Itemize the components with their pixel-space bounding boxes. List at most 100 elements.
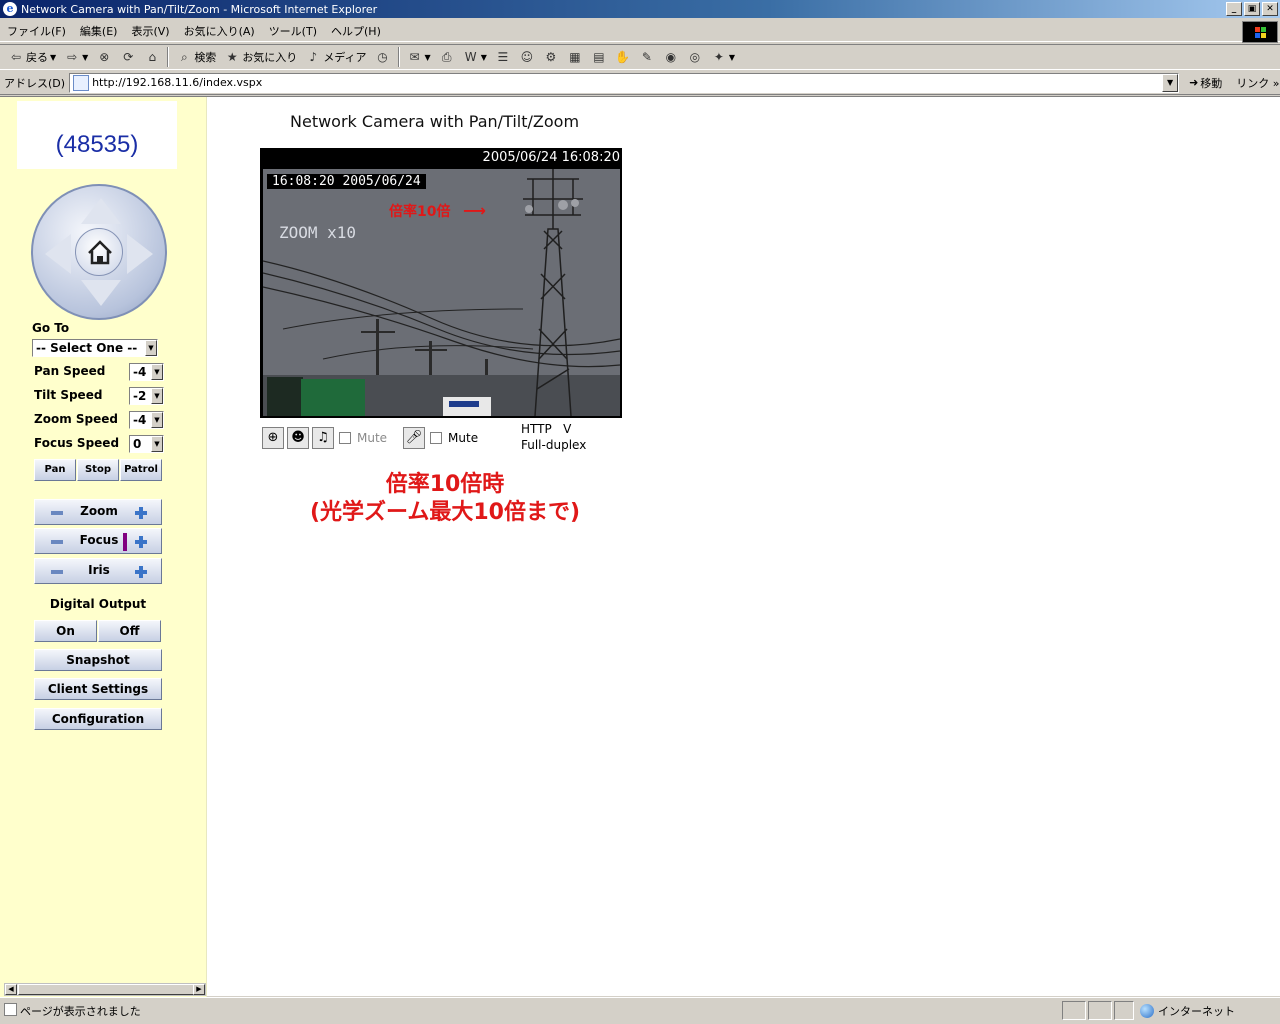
menu-tools[interactable]: ツール(T) bbox=[262, 23, 324, 39]
address-url: http://192.168.11.6/index.vspx bbox=[92, 76, 263, 89]
address-bar: アドレス(D) http://192.168.11.6/index.vspx ▼… bbox=[0, 71, 1280, 95]
forward-button[interactable]: ⇨ ▼ bbox=[60, 46, 92, 68]
microphone-icon: 🎤︎ bbox=[405, 430, 423, 445]
status-pane bbox=[1088, 1001, 1112, 1020]
go-button[interactable]: ➜ 移動 bbox=[1189, 75, 1222, 91]
extra-tool-4[interactable]: ✋ bbox=[611, 46, 635, 68]
extra-tool-3[interactable]: ▤ bbox=[587, 46, 611, 68]
pan-speed-select[interactable]: -4 ▼ bbox=[129, 363, 164, 381]
menu-help[interactable]: ヘルプ(H) bbox=[324, 23, 388, 39]
camera-video-frame[interactable]: 16:08:20 2005/06/24 ZOOM x10 倍率10倍 ⟶ bbox=[263, 169, 620, 416]
extra-tool-1[interactable]: ⚙ bbox=[539, 46, 563, 68]
menu-file[interactable]: ファイル(F) bbox=[0, 23, 73, 39]
menu-favorites[interactable]: お気に入り(A) bbox=[177, 23, 262, 39]
history-button[interactable]: ◷ bbox=[371, 46, 395, 68]
tilt-down-button[interactable] bbox=[81, 280, 121, 306]
scroll-thumb[interactable] bbox=[18, 984, 194, 995]
tilt-speed-select[interactable]: -2 ▼ bbox=[129, 387, 164, 405]
speaker-mute-label: Mute bbox=[357, 431, 388, 445]
microphone-button[interactable]: 🎤︎ bbox=[403, 427, 426, 449]
magnifier-icon: ⊕ bbox=[267, 430, 279, 445]
stop-button[interactable]: Stop bbox=[77, 459, 119, 481]
search-icon: ⌕ bbox=[180, 50, 188, 64]
page-status-icon bbox=[4, 1003, 17, 1016]
close-button[interactable]: ✕ bbox=[1262, 2, 1278, 16]
speaker-button[interactable]: ♫ bbox=[312, 427, 334, 449]
client-settings-button[interactable]: Client Settings bbox=[34, 678, 162, 700]
maximize-button[interactable]: ▣ bbox=[1244, 2, 1260, 16]
edit-button[interactable]: W ▼ bbox=[459, 46, 491, 68]
favorites-button[interactable]: ★ お気に入り bbox=[220, 46, 301, 68]
tilt-up-button[interactable] bbox=[81, 198, 121, 224]
chevron-down-icon: ▼ bbox=[728, 52, 736, 62]
focus-far-button[interactable] bbox=[135, 536, 147, 548]
connection-info: HTTP V Full-duplex bbox=[521, 421, 586, 453]
ie-icon: e bbox=[3, 2, 17, 16]
extra-tool-7[interactable]: ◎ bbox=[683, 46, 707, 68]
video-zoom-overlay: ZOOM x10 bbox=[279, 223, 357, 242]
calendar-icon: ▤ bbox=[593, 50, 605, 64]
pan-right-button[interactable] bbox=[127, 234, 153, 274]
media-icon: ♪ bbox=[309, 50, 318, 64]
protocol-mark: V bbox=[563, 422, 572, 436]
zoom-speed-label: Zoom Speed bbox=[34, 412, 118, 426]
speaker-mute-checkbox[interactable] bbox=[339, 432, 351, 444]
goto-select[interactable]: -- Select One -- ▼ bbox=[32, 339, 158, 357]
address-dropdown-button[interactable]: ▼ bbox=[1162, 73, 1179, 92]
address-label: アドレス(D) bbox=[4, 76, 66, 90]
extra-tool-5[interactable]: ✎ bbox=[635, 46, 659, 68]
menu-view[interactable]: 表示(V) bbox=[124, 23, 176, 39]
mic-mute-checkbox[interactable] bbox=[430, 432, 443, 444]
media-button[interactable]: ♪ メディア bbox=[301, 46, 370, 68]
iris-open-button[interactable] bbox=[135, 566, 147, 578]
zoom-in-button[interactable] bbox=[135, 507, 147, 519]
tool-icon: ⚙ bbox=[545, 50, 557, 64]
messenger-button[interactable]: ☺ bbox=[515, 46, 539, 68]
mail-button[interactable]: ✉ ▼ bbox=[403, 46, 435, 68]
goto-label: Go To bbox=[32, 321, 70, 335]
pan-speed-label: Pan Speed bbox=[34, 364, 106, 378]
digital-output-on-button[interactable]: On bbox=[34, 620, 97, 642]
pan-left-button[interactable] bbox=[45, 234, 71, 274]
control-sidebar: (48535) Go To -- Select One -- ▼ Pan Spe… bbox=[0, 97, 207, 997]
print-button[interactable]: ⎙ bbox=[435, 46, 459, 68]
links-button[interactable]: リンク » bbox=[1236, 75, 1279, 91]
patrol-button[interactable]: Patrol bbox=[120, 459, 162, 481]
stop-button[interactable]: ⊗ bbox=[92, 46, 116, 68]
menu-edit[interactable]: 編集(E) bbox=[73, 23, 125, 39]
extra-tool-2[interactable]: ▦ bbox=[563, 46, 587, 68]
zoom-speed-value: -4 bbox=[133, 413, 147, 427]
window-title: Network Camera with Pan/Tilt/Zoom - Micr… bbox=[21, 2, 378, 16]
digital-output-off-button[interactable]: Off bbox=[98, 620, 161, 642]
focus-control: Focus bbox=[34, 528, 162, 554]
annotation-arrow-icon: ⟶ bbox=[463, 201, 486, 220]
configuration-button[interactable]: Configuration bbox=[34, 708, 162, 730]
extra-tool-8[interactable]: ✦ ▼ bbox=[707, 46, 739, 68]
snapshot-button[interactable]: Snapshot bbox=[34, 649, 162, 671]
browser-window: e Network Camera with Pan/Tilt/Zoom - Mi… bbox=[0, 0, 1280, 1024]
chevron-down-icon: ▼ bbox=[424, 52, 431, 62]
back-button[interactable]: ⇦ 戻る ▼ bbox=[4, 46, 60, 68]
scroll-right-arrow-icon[interactable]: ▶ bbox=[193, 984, 205, 995]
minimize-button[interactable]: _ bbox=[1226, 2, 1242, 16]
status-text: ページが表示されました bbox=[20, 1005, 141, 1018]
refresh-button[interactable]: ⟳ bbox=[116, 46, 140, 68]
sidebar-horizontal-scrollbar[interactable]: ◀ ▶ bbox=[4, 983, 206, 996]
zoom-speed-select[interactable]: -4 ▼ bbox=[129, 411, 164, 429]
toolbar-separator bbox=[397, 47, 400, 67]
scroll-left-arrow-icon[interactable]: ◀ bbox=[5, 984, 17, 995]
focus-speed-select[interactable]: 0 ▼ bbox=[129, 435, 164, 453]
pan-button[interactable]: Pan bbox=[34, 459, 76, 481]
search-label: 検索 bbox=[194, 51, 217, 64]
home-button[interactable]: ⌂ bbox=[140, 46, 164, 68]
internet-globe-icon bbox=[1140, 1003, 1154, 1018]
search-button[interactable]: ⌕ 検索 bbox=[172, 46, 220, 68]
extra-tool-6[interactable]: ◉ bbox=[659, 46, 683, 68]
tilt-speed-label: Tilt Speed bbox=[34, 388, 103, 402]
talk-button[interactable]: ☻ bbox=[287, 427, 309, 449]
home-position-button[interactable] bbox=[75, 228, 123, 276]
digital-zoom-button[interactable]: ⊕ bbox=[262, 427, 284, 449]
discuss-button[interactable]: ☰ bbox=[491, 46, 515, 68]
title-bar: e Network Camera with Pan/Tilt/Zoom - Mi… bbox=[0, 0, 1280, 18]
address-input[interactable]: http://192.168.11.6/index.vspx ▼ bbox=[69, 72, 1180, 93]
